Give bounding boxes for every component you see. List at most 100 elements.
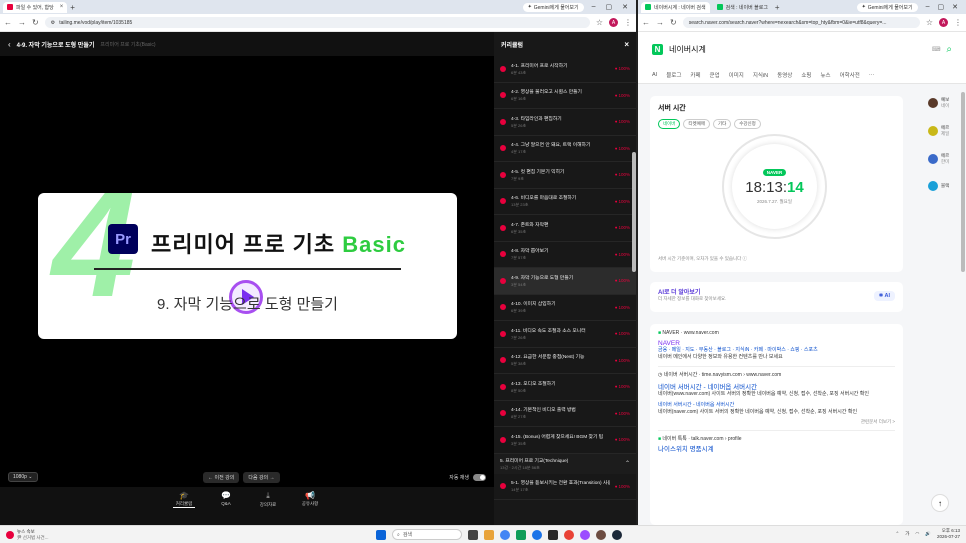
url-input[interactable]: search.naver.com/search.naver?where=nexe… <box>682 17 920 28</box>
tool-notice[interactable]: 📢 공유사항 <box>299 491 321 508</box>
wifi-icon[interactable]: ◠ <box>915 531 919 537</box>
terminal-icon[interactable] <box>548 529 558 540</box>
scroll-top-button[interactable]: ↑ <box>931 494 949 512</box>
keyboard-icon[interactable]: ⌨ <box>932 46 941 53</box>
curriculum-item[interactable]: 4-13. 오디오 조절하기 8분 50초 ● 100% <box>494 374 636 401</box>
forward-icon[interactable]: → <box>18 18 26 27</box>
tool-qna[interactable]: 💬 Q&A <box>215 491 237 508</box>
forward-icon[interactable]: → <box>656 18 664 27</box>
scrollbar[interactable] <box>961 92 965 272</box>
curriculum-item[interactable]: 4-8. 자막 뽑아보기 7분 57초 ● 100% <box>494 242 636 268</box>
new-tab-button[interactable]: + <box>775 3 780 12</box>
result-title[interactable]: 네이버 서버시간 - 네이버옵 서버시간 <box>658 381 895 391</box>
curriculum-section[interactable]: 5. 프리미어 프로 기교(Technique) 13강 · 2시간 18분 56… <box>494 453 636 474</box>
chrome-icon[interactable] <box>500 529 510 540</box>
search-tab[interactable]: 지식iN <box>753 71 768 79</box>
close-window-icon[interactable]: ✕ <box>952 3 958 11</box>
result-subtitle[interactable]: 네이버 서버시간 - 네이버옵 서버시간 <box>658 402 895 409</box>
chrome-profile-icon[interactable] <box>564 529 574 540</box>
back-icon[interactable]: ← <box>4 18 12 27</box>
search-tab[interactable]: 동영상 <box>777 71 792 79</box>
search-tab[interactable]: 쿤업 <box>710 71 720 79</box>
system-clock[interactable]: 오후 6:13 2026-07-27 <box>937 528 960 540</box>
curriculum-item[interactable]: 4-12. 요금한 서운함 중첩(Nest) 기능 5분 38초 ● 100% <box>494 348 636 374</box>
site-chip[interactable]: 기타 <box>712 119 732 129</box>
reload-icon[interactable]: ↻ <box>670 18 677 27</box>
app-icon[interactable] <box>596 529 606 540</box>
autoplay-toggle[interactable] <box>473 473 487 481</box>
close-icon[interactable]: × <box>624 40 629 49</box>
gemini-button[interactable]: ✦ Gemini에게 물어보기 <box>522 2 584 12</box>
curriculum-item[interactable]: 4-10. 이미지 삽입하기 6분 39초 ● 100% <box>494 295 636 321</box>
search-icon[interactable]: ⌕ <box>946 44 952 55</box>
site-info-icon[interactable]: ⚙ <box>51 20 55 26</box>
curriculum-item[interactable]: 4-4. 그냥 알으면 안 돼요, 트랙 이해하기 4분 17초 ● 100% <box>494 136 636 162</box>
curriculum-item[interactable]: 5-1. 영상을 돋보시키는 전환 효과(Transition) 사용하기 14분… <box>494 474 636 500</box>
back-chevron-icon[interactable]: ‹ <box>8 40 11 49</box>
taskbar-search[interactable]: ⌕ 검색 <box>392 529 462 540</box>
file-explorer-icon[interactable] <box>484 529 494 540</box>
edge-icon[interactable] <box>532 529 542 540</box>
search-input[interactable]: 네이버시계 <box>669 44 926 55</box>
volume-icon[interactable]: 🔊 <box>925 531 931 537</box>
video-frame[interactable]: 4 Pr 프리미어 프로 기초 Basic 9. 자막 기능으로 도형 만들기 <box>38 193 457 339</box>
search-tab[interactable]: 쇼핑 <box>801 71 811 79</box>
search-tab[interactable]: 뉴스 <box>820 71 830 79</box>
tool-curriculum[interactable]: 🎓 커리큘럼 <box>173 491 195 508</box>
task-view-icon[interactable] <box>468 529 478 540</box>
search-tab[interactable]: 어학사전 <box>840 71 860 79</box>
browser-tab-active[interactable]: 네이버시계 : 네이버 검색 <box>641 1 710 13</box>
maximize-icon[interactable]: ▢ <box>938 3 945 11</box>
chevron-up-icon[interactable]: ⌃ <box>625 460 630 467</box>
curriculum-item[interactable]: 4-3. 타임라인과 편집하기 5분 26초 ● 100% <box>494 109 636 136</box>
naver-logo[interactable]: N <box>652 43 663 55</box>
news-widget[interactable]: 뉴스 속보 尹 선거법 사건... <box>0 529 130 541</box>
curriculum-item[interactable]: 4-15. (Bonus) 어렵게 찾으세요! BGM 찾기 팁 3분 35초 ● … <box>494 427 636 454</box>
browser-tab-active[interactable]: 파일 수 있어, 합당 × <box>3 1 68 13</box>
result-sitelinks[interactable]: 금융 · 메일 · 지도 · 부동산 · 블로그 · 지식iN · 카페 · 마… <box>658 347 895 354</box>
search-tab[interactable]: 카페 <box>690 71 700 79</box>
next-lecture-button[interactable]: 다음 강의 → <box>243 471 280 483</box>
search-tab[interactable]: 블로그 <box>666 71 681 79</box>
tool-materials[interactable]: ⤓ 강의자료 <box>257 491 279 508</box>
site-chip[interactable]: 네이버 <box>658 119 681 129</box>
menu-kebab-icon[interactable]: ⋮ <box>624 18 632 27</box>
url-input[interactable]: ⚙ tailing.me/vod/play/item/1035185 <box>44 17 590 28</box>
curriculum-item[interactable]: 4-9. 자막 기능으로 도형 만들기 3분 54초 ● 100% <box>494 268 636 295</box>
curriculum-item[interactable]: 4-14. 기본적인 비디오 출력 방법 8분 27초 ● 100% <box>494 401 636 427</box>
windows-start-icon[interactable] <box>376 529 386 540</box>
curriculum-item[interactable]: 4-1. 프리미어 프로 시작하기 6분 43초 ● 100% <box>494 56 636 83</box>
result-title[interactable]: NAVER <box>658 340 895 347</box>
profile-avatar[interactable]: A <box>609 18 618 27</box>
reload-icon[interactable]: ↻ <box>32 18 39 27</box>
site-chip[interactable]: 티켓예매 <box>683 119 710 129</box>
curriculum-item[interactable]: 4-7. 존트와 자막편 6분 35초 ● 100% <box>494 215 636 242</box>
store-icon[interactable] <box>516 529 526 540</box>
result-title[interactable]: 나이스위치 명품시계 <box>658 443 895 453</box>
menu-kebab-icon[interactable]: ⋮ <box>954 18 962 27</box>
close-tab-icon[interactable]: × <box>60 4 64 10</box>
gemini-button[interactable]: ✦ Gemini에게 물어보기 <box>856 2 918 12</box>
more-link[interactable]: 관련문서 더보기 > <box>658 419 895 425</box>
curriculum-item[interactable]: 4-6. 비디오를 마음대로 조절하기 13분 23초 ● 100% <box>494 189 636 215</box>
curriculum-item[interactable]: 4-5. 컷 편집 기본기 익히기 7분 9초 ● 100% <box>494 162 636 189</box>
bookmark-star-icon[interactable]: ☆ <box>926 18 933 27</box>
maximize-icon[interactable]: ▢ <box>606 3 613 11</box>
curriculum-item[interactable]: 4-2. 영상을 불러오고 시퀀스 만들기 6분 16초 ● 100% <box>494 83 636 109</box>
prev-lecture-button[interactable]: ← 이전 강의 <box>203 471 240 483</box>
search-tab[interactable]: ··· <box>869 72 875 78</box>
chevron-up-icon[interactable]: ⌃ <box>896 531 900 537</box>
bookmark-star-icon[interactable]: ☆ <box>596 18 603 27</box>
site-chip[interactable]: 수강신청 <box>734 119 761 129</box>
minimize-icon[interactable]: – <box>592 3 596 11</box>
curriculum-item[interactable]: 4-11. 비디오 속도 조절과 소스 모니터 7분 26초 ● 100% <box>494 321 636 348</box>
ai-button[interactable]: ✱ AI <box>873 291 895 301</box>
back-icon[interactable]: ← <box>642 18 650 27</box>
minimize-icon[interactable]: – <box>926 3 930 11</box>
search-tab[interactable]: AI <box>652 72 657 78</box>
quality-select[interactable]: 1080p ⌄ <box>8 472 38 482</box>
browser-tab[interactable]: 검색 : 네이버 블로그 <box>713 2 772 13</box>
app-icon[interactable] <box>580 529 590 540</box>
profile-avatar[interactable]: A <box>939 18 948 27</box>
new-tab-button[interactable]: + <box>70 3 75 12</box>
